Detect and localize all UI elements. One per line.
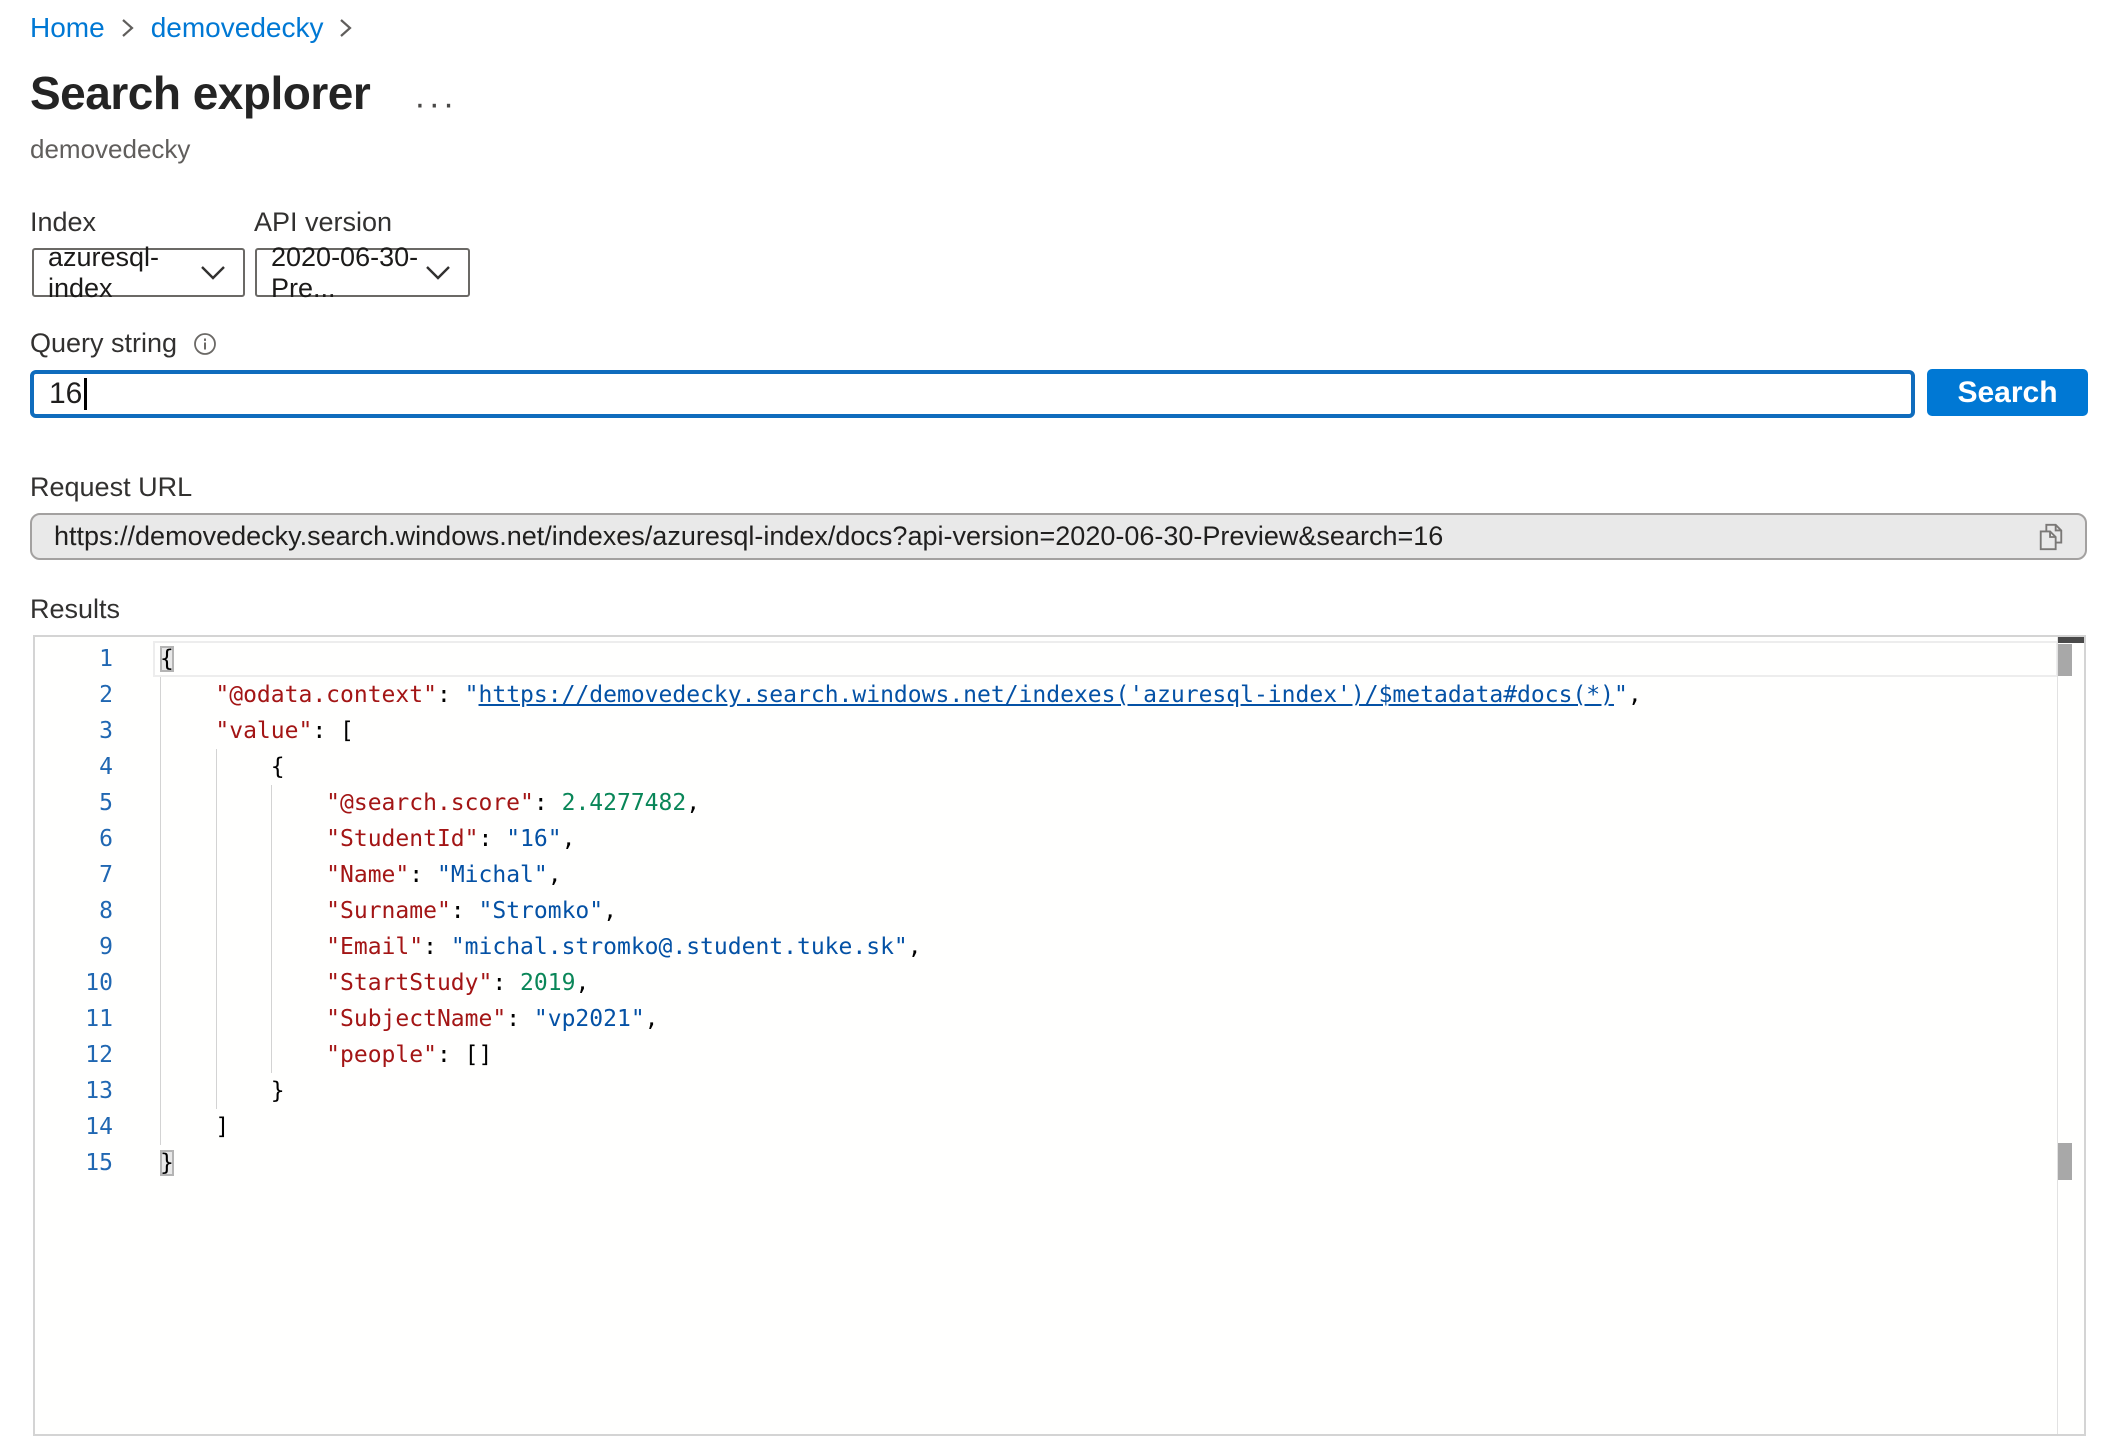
json-token: "Michal" — [437, 862, 548, 888]
json-token: "Stromko" — [479, 898, 604, 924]
json-token: : [] — [437, 1042, 492, 1068]
query-input[interactable]: 16 — [30, 370, 1915, 418]
code-line: { — [35, 641, 2054, 677]
title-row: Search explorer ··· — [30, 66, 457, 120]
breadcrumb-link-home[interactable]: Home — [30, 12, 105, 44]
json-token: "SubjectName" — [326, 1006, 506, 1032]
code-line: "@search.score": 2.4277482, — [35, 785, 2054, 821]
request-url-field[interactable]: https://demovedecky.search.windows.net/i… — [30, 513, 2087, 560]
json-token: "Surname" — [326, 898, 451, 924]
json-link[interactable]: https://demovedecky.search.windows.net/i… — [479, 682, 1614, 708]
copy-icon — [2037, 521, 2065, 553]
code-line: "value": [ — [35, 713, 2054, 749]
json-token: "michal.stromko@.student.tuke.sk" — [451, 934, 908, 960]
code-line: "StartStudy": 2019, — [35, 965, 2054, 1001]
code-line: } — [35, 1145, 2054, 1181]
json-token: 2.4277482 — [562, 790, 687, 816]
code-line: ] — [35, 1109, 2054, 1145]
json-token: { — [160, 646, 174, 672]
json-token: : — [534, 790, 562, 816]
json-token: : — [451, 898, 479, 924]
json-token: , — [645, 1006, 659, 1032]
index-label: Index — [30, 207, 96, 238]
api-version-dropdown-value: 2020-06-30-Pre... — [271, 242, 424, 304]
json-token: } — [271, 1078, 285, 1104]
json-token: "@search.score" — [326, 790, 534, 816]
json-token: "StudentId" — [326, 826, 478, 852]
chevron-right-icon — [339, 16, 353, 40]
results-label: Results — [30, 594, 120, 625]
request-url-label: Request URL — [30, 472, 192, 503]
json-token: ] — [215, 1114, 229, 1140]
code-line: { — [35, 749, 2054, 785]
chevron-right-icon — [121, 16, 135, 40]
index-dropdown[interactable]: azuresql-index — [32, 248, 245, 297]
indent-guide — [160, 677, 161, 1145]
code-line: "Name": "Michal", — [35, 857, 2054, 893]
json-token: } — [160, 1150, 174, 1176]
json-token: "Email" — [326, 934, 423, 960]
chevron-down-icon — [424, 257, 452, 288]
info-icon[interactable] — [193, 332, 217, 356]
page-title: Search explorer — [30, 66, 370, 120]
json-token: "value" — [215, 718, 312, 744]
api-version-label: API version — [254, 207, 392, 238]
json-token: "StartStudy" — [326, 970, 492, 996]
breadcrumb: Home demovedecky — [30, 12, 369, 44]
overview-ruler-mark-bracket — [2058, 1143, 2072, 1180]
results-json-editor[interactable]: 123456789101112131415 { "@odata.context"… — [33, 635, 2086, 1436]
json-token: : [ — [312, 718, 354, 744]
indent-guide — [271, 785, 272, 1073]
indent-guide — [216, 749, 217, 1109]
json-token: "people" — [326, 1042, 437, 1068]
json-token: "Name" — [326, 862, 409, 888]
json-token: : — [423, 934, 451, 960]
json-token: , — [686, 790, 700, 816]
text-cursor — [84, 378, 87, 410]
json-token: "vp2021" — [534, 1006, 645, 1032]
json-token: " — [1614, 682, 1628, 708]
code-line: "SubjectName": "vp2021", — [35, 1001, 2054, 1037]
overview-ruler-mark-top — [2058, 637, 2084, 643]
query-input-value: 16 — [49, 377, 82, 411]
code-line: "people": [] — [35, 1037, 2054, 1073]
json-token: " — [465, 682, 479, 708]
context-menu-ellipsis-button[interactable]: ··· — [414, 94, 457, 114]
index-dropdown-value: azuresql-index — [48, 242, 199, 304]
json-token: , — [1628, 682, 1642, 708]
json-token: "16" — [506, 826, 561, 852]
json-token: { — [271, 754, 285, 780]
json-token: , — [603, 898, 617, 924]
code-line: "StudentId": "16", — [35, 821, 2054, 857]
search-button[interactable]: Search — [1927, 369, 2088, 416]
json-token: : — [437, 682, 465, 708]
json-token: , — [548, 862, 562, 888]
json-token: : — [409, 862, 437, 888]
code-line: "Surname": "Stromko", — [35, 893, 2054, 929]
scrollbar-track-separator — [2057, 637, 2058, 1434]
copy-button[interactable] — [2031, 517, 2071, 557]
scrollbar-thumb[interactable] — [2058, 644, 2072, 676]
page-subtitle: demovedecky — [30, 134, 190, 165]
code-line: "@odata.context": "https://demovedecky.s… — [35, 677, 2054, 713]
chevron-down-icon — [199, 257, 227, 288]
json-token: 2019 — [520, 970, 575, 996]
json-token: "@odata.context" — [215, 682, 437, 708]
query-string-label: Query string — [30, 328, 177, 359]
request-url-value: https://demovedecky.search.windows.net/i… — [54, 521, 2031, 552]
code-area: { "@odata.context": "https://demovedecky… — [35, 641, 2054, 1181]
json-token: : — [479, 826, 507, 852]
api-version-dropdown[interactable]: 2020-06-30-Pre... — [255, 248, 470, 297]
code-line: } — [35, 1073, 2054, 1109]
json-token: , — [908, 934, 922, 960]
json-token: , — [575, 970, 589, 996]
breadcrumb-link-demovedecky[interactable]: demovedecky — [151, 12, 324, 44]
json-token: : — [506, 1006, 534, 1032]
code-line: "Email": "michal.stromko@.student.tuke.s… — [35, 929, 2054, 965]
json-token: : — [492, 970, 520, 996]
json-token: , — [562, 826, 576, 852]
